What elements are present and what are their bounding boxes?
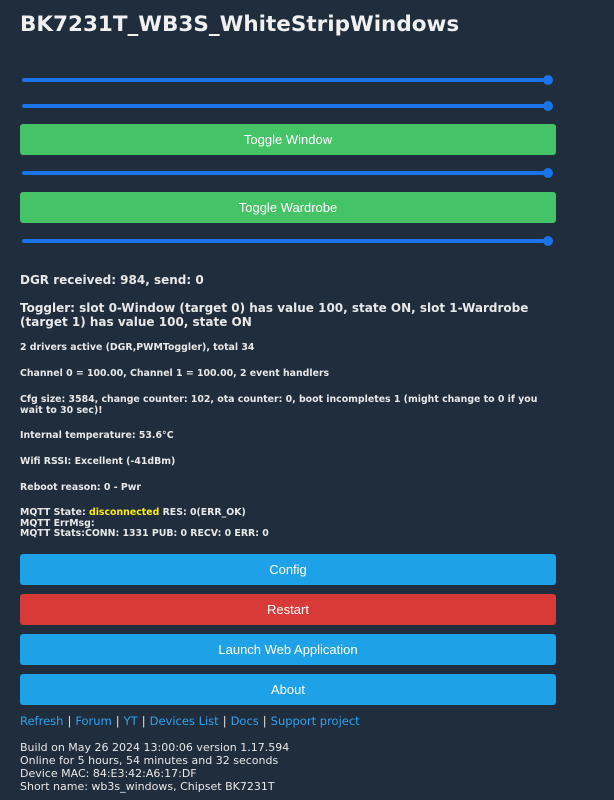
brightness-slider-3[interactable] (22, 168, 553, 178)
slider-thumb[interactable] (543, 236, 553, 246)
config-button[interactable]: Config (20, 554, 556, 585)
dgr-status: DGR received: 984, send: 0 (20, 273, 204, 287)
slider-track (22, 78, 548, 82)
drivers-status: 2 drivers active (DGR,PWMToggler), total… (20, 342, 255, 353)
slider-thumb[interactable] (543, 101, 553, 111)
devices-list-link[interactable]: Devices List (150, 714, 219, 728)
mqtt-state-line: MQTT State: disconnected RES: 0(ERR_OK) (20, 507, 556, 519)
mqtt-state-value: disconnected (88, 507, 160, 518)
shortname-line: Short name: wb3s_windows, Chipset BK7231… (20, 780, 275, 793)
launch-web-app-button[interactable]: Launch Web Application (20, 634, 556, 665)
build-info: Build on May 26 2024 13:00:06 version 1.… (20, 741, 289, 793)
footer-links: Refresh | Forum | YT | Devices List | Docs | Suppo… (20, 714, 360, 728)
link-separator: | (67, 714, 72, 728)
brightness-slider-4[interactable] (22, 236, 553, 246)
cfg-status: Cfg size: 3584, change counter: 102, ota… (20, 394, 538, 416)
link-separator: | (222, 714, 227, 728)
link-separator: | (262, 714, 267, 728)
slider-thumb[interactable] (543, 75, 553, 85)
restart-button[interactable]: Restart (20, 594, 556, 625)
slider-track (22, 239, 548, 243)
link-separator: | (141, 714, 146, 728)
slider-track (22, 104, 548, 108)
brightness-slider-2[interactable] (22, 101, 553, 111)
support-project-link[interactable]: Support project (271, 714, 360, 728)
channels-status: Channel 0 = 100.00, Channel 1 = 100.00, … (20, 368, 330, 379)
online-line: Online for 5 hours, 54 minutes and 32 se… (20, 754, 279, 767)
mqtt-stats: MQTT Stats:CONN: 1331 PUB: 0 RECV: 0 ERR… (20, 528, 269, 539)
reboot-reason: Reboot reason: 0 - Pwr (20, 482, 142, 493)
link-separator: | (115, 714, 120, 728)
about-button[interactable]: About (20, 674, 556, 705)
forum-link[interactable]: Forum (75, 714, 111, 728)
yt-link[interactable]: YT (124, 714, 138, 728)
wifi-status: Wifi RSSI: Excellent (-41dBm) (20, 456, 176, 467)
brightness-slider-1[interactable] (22, 75, 553, 85)
mqtt-state-label: MQTT State: (20, 507, 89, 518)
page-title: BK7231T_WB3S_WhiteStripWindows (20, 12, 460, 37)
mqtt-res: RES: 0(ERR_OK) (159, 507, 246, 518)
temperature-status: Internal temperature: 53.6°C (20, 430, 174, 441)
toggle-window-button[interactable]: Toggle Window (20, 124, 556, 155)
mac-line: Device MAC: 84:E3:42:A6:17:DF (20, 767, 197, 780)
slider-track (22, 171, 548, 175)
toggle-wardrobe-button[interactable]: Toggle Wardrobe (20, 192, 556, 223)
refresh-link[interactable]: Refresh (20, 714, 63, 728)
slider-thumb[interactable] (543, 168, 553, 178)
docs-link[interactable]: Docs (231, 714, 259, 728)
toggler-status: Toggler: slot 0-Window (target 0) has va… (20, 301, 529, 329)
mqtt-status-block: MQTT State: disconnected RES: 0(ERR_OK) … (20, 507, 556, 540)
build-line: Build on May 26 2024 13:00:06 version 1.… (20, 741, 290, 754)
